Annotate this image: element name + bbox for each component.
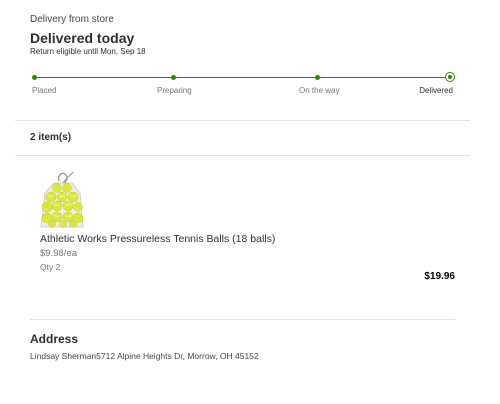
section-divider (30, 319, 455, 320)
product-unit-price: $9.98/ea (40, 248, 77, 259)
return-eligibility-note: Return eligible until Mon, Sep 18 (30, 47, 146, 56)
product-quantity: Qty 2 (40, 262, 61, 272)
step-dot-delivered-current (445, 72, 455, 82)
section-divider (15, 155, 470, 156)
step-label-placed: Placed (32, 86, 57, 95)
delivery-method-label: Delivery from store (30, 14, 114, 25)
section-divider (15, 120, 470, 121)
delivery-address-text: Lindsay Sherman5712 Alpine Heights Dr, M… (30, 351, 259, 361)
address-heading: Address (30, 332, 79, 346)
product-name-link[interactable]: Athletic Works Pressureless Tennis Balls… (40, 233, 275, 245)
step-label-preparing: Preparing (157, 86, 192, 95)
items-count-heading: 2 item(s) (30, 132, 72, 143)
tennis-balls-mesh-bag-image[interactable] (39, 171, 85, 231)
step-label-delivered: Delivered (419, 86, 453, 95)
step-dot-placed (32, 75, 37, 80)
progress-track-line (36, 77, 450, 78)
delivery-status-title: Delivered today (30, 30, 135, 46)
item-line-total: $19.96 (424, 271, 455, 282)
step-dot-on-the-way (315, 75, 320, 80)
step-dot-preparing (171, 75, 176, 80)
step-label-on-the-way: On the way (299, 86, 340, 95)
